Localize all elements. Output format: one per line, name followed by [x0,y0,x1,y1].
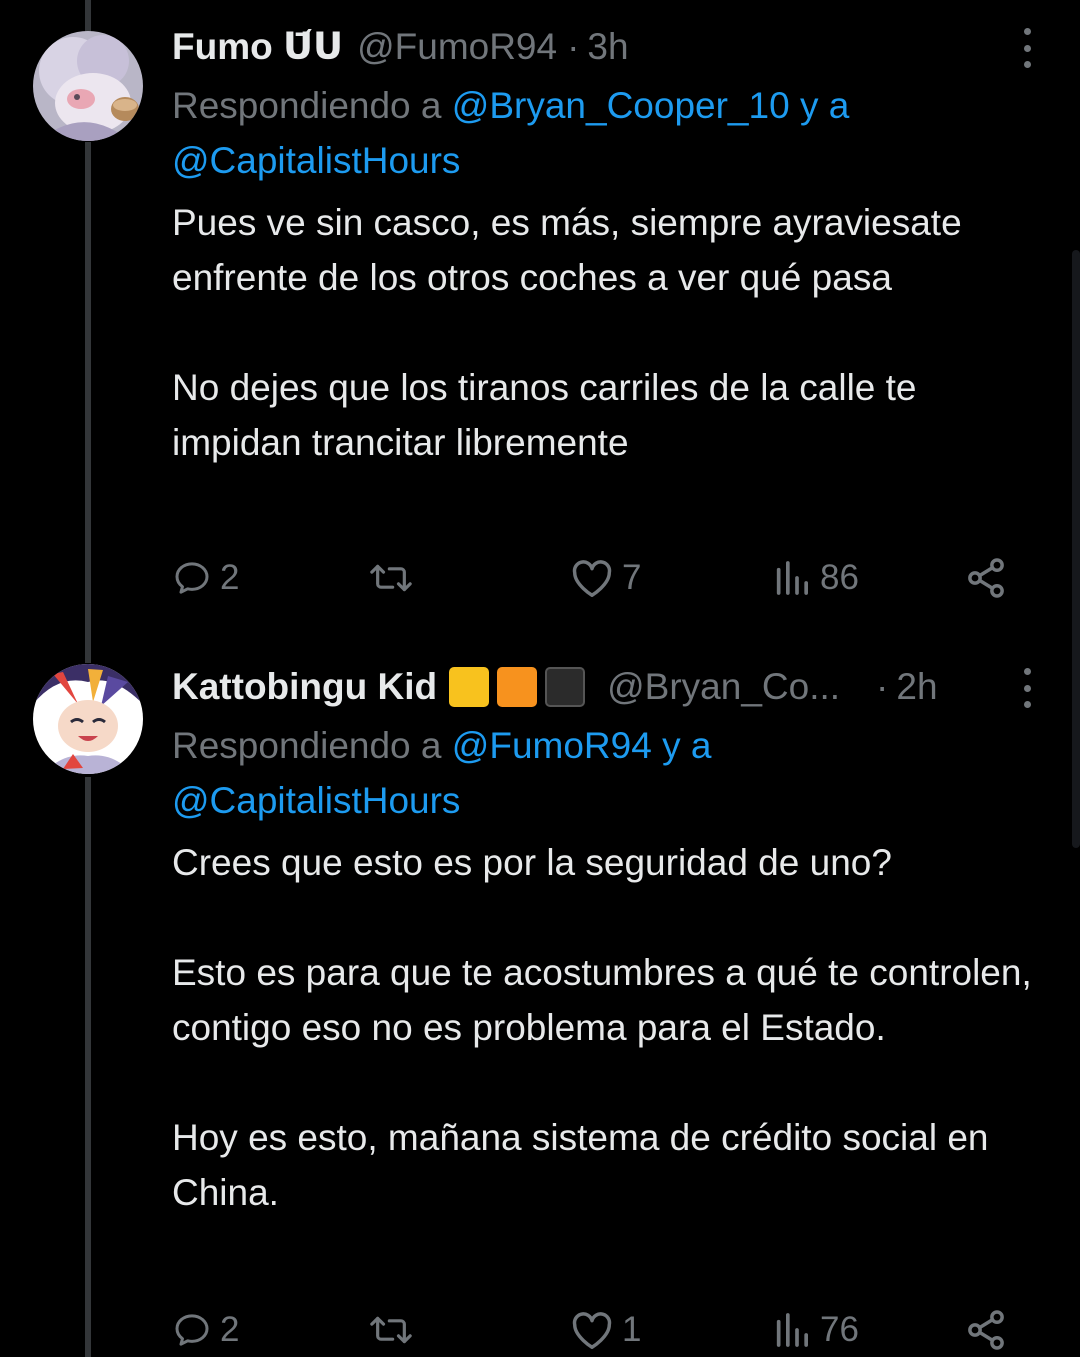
separator-dot: · [876,666,889,707]
heart-icon [570,1310,614,1350]
share-icon [964,1308,1008,1352]
display-name[interactable]: Fumo ᑌ᷄ᑌ [172,22,343,72]
tweet-paragraph: No dejes que los tiranos carriles de la … [172,367,917,463]
mention-link[interactable]: @FumoR94 y a [452,725,712,766]
timestamp[interactable]: 2h [896,662,937,712]
reply-count: 2 [220,1310,240,1349]
tweet[interactable]: Fumo ᑌ᷄ᑌ @FumoR94 · 3h Respondiendo a @B… [0,0,1080,640]
separator-dot: · [567,26,580,67]
mention-link[interactable]: @CapitalistHours [172,140,460,181]
retweet-icon [367,558,415,598]
user-handle[interactable]: @FumoR94 [357,22,557,72]
tweet-text: Pues ve sin casco, es más, siempre ayrav… [172,195,1040,470]
views-button[interactable]: 86 [772,553,859,603]
share-button[interactable] [964,1305,1008,1355]
like-button[interactable]: 1 [570,1305,641,1355]
like-count: 7 [622,558,642,597]
mention-link[interactable]: @Bryan_Cooper_10 y a [452,85,850,126]
views-icon [772,558,812,598]
reply-icon [172,1310,212,1350]
reply-prefix: Respondiendo a [172,725,452,766]
reply-button[interactable]: 2 [172,1305,239,1355]
retweet-icon [367,1310,415,1350]
more-icon[interactable] [1020,28,1034,68]
views-button[interactable]: 76 [772,1305,859,1355]
reply-context: Respondiendo a @Bryan_Cooper_10 y a @Cap… [172,78,1040,188]
action-bar: 2 1 76 [172,1305,1012,1355]
more-icon[interactable] [1020,668,1034,708]
heart-icon [570,558,614,598]
user-handle[interactable]: @Bryan_Co... [607,662,840,712]
share-button[interactable] [964,553,1008,603]
tweet-text: Crees que esto es por la seguridad de un… [172,835,1040,1220]
display-name[interactable]: Kattobingu Kid [172,662,437,712]
view-count: 86 [820,558,859,597]
emoji-badges [449,667,593,707]
like-count: 1 [622,1310,642,1349]
mention-link[interactable]: @CapitalistHours [172,780,460,821]
tweet-paragraph: Esto es para que te acostumbres a qué te… [172,952,1032,1048]
like-button[interactable]: 7 [570,553,641,603]
avatar[interactable] [33,664,143,774]
tweet[interactable]: Kattobingu Kid @Bryan_Co... · 2h Respond… [0,640,1080,1357]
views-icon [772,1310,812,1350]
tweet-paragraph: Hoy es esto, mañana sistema de crédito s… [172,1117,989,1213]
tweet-header: Fumo ᑌ᷄ᑌ @FumoR94 · 3h [172,22,1050,72]
orange-square-icon [497,667,538,707]
reply-context: Respondiendo a @FumoR94 y a @CapitalistH… [172,718,1040,828]
reply-button[interactable]: 2 [172,553,239,603]
reply-count: 2 [220,558,240,597]
view-count: 76 [820,1310,859,1349]
share-icon [964,556,1008,600]
tweet-paragraph: Crees que esto es por la seguridad de un… [172,842,892,883]
reply-prefix: Respondiendo a [172,85,452,126]
reply-icon [172,558,212,598]
tweet-paragraph: Pues ve sin casco, es más, siempre ayrav… [172,202,962,298]
action-bar: 2 7 86 [172,553,1012,603]
black-square-icon [545,667,586,707]
avatar[interactable] [33,31,143,141]
tweet-header: Kattobingu Kid @Bryan_Co... · 2h [172,662,1050,712]
yellow-square-icon [449,667,490,707]
timestamp[interactable]: 3h [587,22,628,72]
retweet-button[interactable] [367,1305,423,1355]
retweet-button[interactable] [367,553,423,603]
